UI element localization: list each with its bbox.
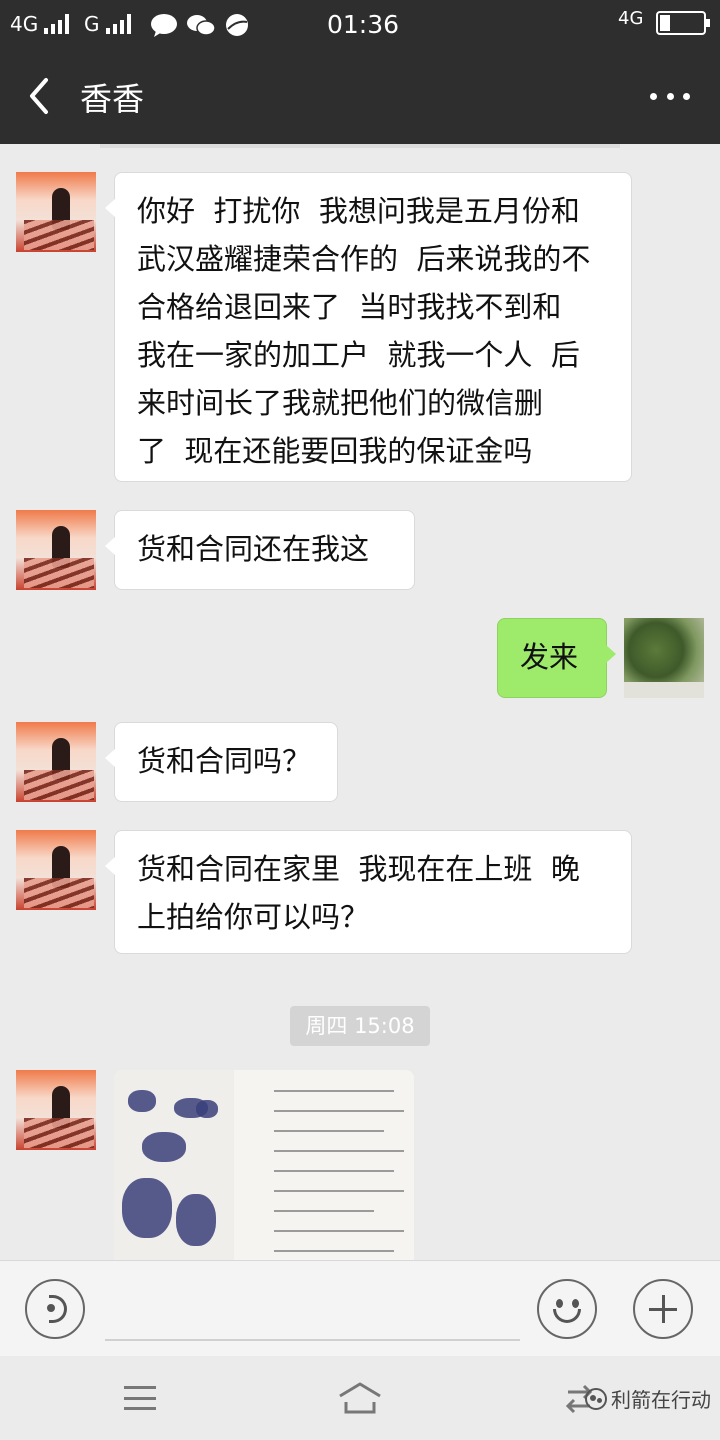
message-icon: [151, 14, 177, 37]
wechat-logo-icon: [585, 1387, 607, 1410]
avatar[interactable]: [16, 722, 96, 802]
watermark: 利箭在行动: [585, 1384, 711, 1413]
network-type-label: G: [84, 12, 100, 36]
avatar[interactable]: [16, 1070, 96, 1150]
watermark-text: 利箭在行动: [611, 1388, 711, 1412]
menu-icon[interactable]: [124, 1386, 156, 1410]
system-nav-bar: 利箭在行动: [0, 1356, 720, 1440]
divider: [100, 144, 620, 148]
chat-header: 香香: [0, 50, 720, 144]
message-bubble[interactable]: 你好 打扰你 我想问我是五月份和 武汉盛耀捷荣合作的 后来说我的不 合格给退回来…: [105, 172, 632, 482]
clock: 01:36: [327, 10, 400, 39]
image-message[interactable]: [114, 1070, 414, 1260]
avatar[interactable]: [16, 510, 96, 590]
wechat-icon: [187, 15, 216, 36]
network-type-label: 4G: [618, 8, 644, 29]
chat-title: 香香: [80, 80, 145, 118]
home-icon[interactable]: [336, 1380, 384, 1416]
message-bubble[interactable]: 货和合同在家里 我现在在上班 晚 上拍给你可以吗？: [105, 830, 632, 954]
avatar[interactable]: [16, 830, 96, 910]
plus-icon[interactable]: [633, 1279, 693, 1339]
signal-icon: [106, 14, 131, 34]
voice-icon[interactable]: [25, 1279, 85, 1339]
input-bar: [0, 1260, 720, 1356]
emoji-icon[interactable]: [537, 1279, 597, 1339]
more-dots-icon[interactable]: [650, 90, 690, 102]
message-input[interactable]: [105, 1339, 520, 1341]
avatar[interactable]: [624, 618, 704, 698]
network-type-label: 4G: [10, 12, 39, 36]
chat-message-list[interactable]: 你好 打扰你 我想问我是五月份和 武汉盛耀捷荣合作的 后来说我的不 合格给退回来…: [0, 144, 720, 1260]
status-bar: 4G G 01:36 4G: [0, 0, 720, 50]
message-bubble-sent[interactable]: 发来: [497, 618, 616, 698]
timestamp-badge: 周四 15:08: [290, 1006, 430, 1046]
battery-icon: [656, 11, 710, 35]
browser-icon: [226, 14, 248, 36]
avatar[interactable]: [16, 172, 96, 252]
chevron-left-icon[interactable]: [20, 70, 60, 122]
message-bubble[interactable]: 货和合同吗？: [105, 722, 338, 802]
signal-icon: [44, 14, 69, 34]
message-bubble[interactable]: 货和合同还在我这: [105, 510, 415, 590]
